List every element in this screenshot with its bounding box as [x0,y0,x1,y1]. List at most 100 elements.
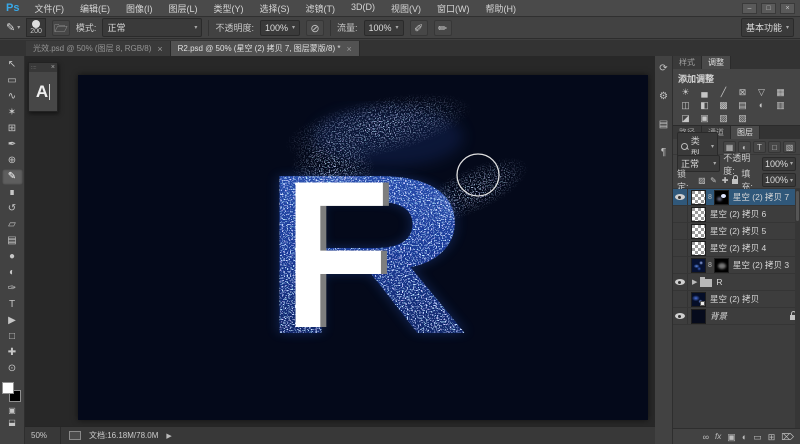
visibility-toggle[interactable] [673,223,688,239]
screen-mode-icon[interactable]: ⬓ [2,417,23,429]
menu-item[interactable]: 图层(L) [161,1,204,16]
menu-item[interactable]: 类型(Y) [206,1,250,16]
rectangle-tool[interactable]: □ [2,329,23,345]
layer-mask-thumbnail[interactable] [713,257,729,273]
adj-channelmixer-icon[interactable]: ▤ [733,99,752,112]
layer-thumbnail[interactable] [691,206,706,222]
visibility-toggle[interactable] [673,189,688,205]
link-layers-icon[interactable]: ∞ [703,430,709,444]
layer-thumbnail[interactable] [691,308,706,324]
adj-brightness-icon[interactable]: ☀ [676,86,695,99]
add-mask-icon[interactable]: ▣ [727,430,736,444]
visibility-toggle[interactable] [673,308,688,324]
menu-item[interactable]: 帮助(H) [478,1,523,16]
lock-pixels-icon[interactable]: ✎ [709,176,718,185]
layer-opacity-select[interactable]: 100% ▾ [761,156,796,171]
zoom-level-field[interactable]: 50% [31,427,61,444]
minimize-button[interactable]: – [742,2,757,14]
menu-item[interactable]: 文件(F) [27,1,71,16]
gear-panel-icon[interactable]: ⚙ [657,90,671,104]
layer-row[interactable]: 8 星空 (2) 拷贝 7 [673,189,800,206]
healing-brush-tool[interactable]: ⊕ [2,153,23,169]
fill-select[interactable]: 100% ▾ [761,173,796,187]
foreground-color-swatch[interactable] [2,382,14,394]
lock-transparency-icon[interactable]: ▨ [698,176,707,185]
menu-item[interactable]: 3D(D) [344,1,382,16]
close-icon[interactable]: × [346,44,351,54]
layers-scrollbar[interactable] [795,189,800,428]
menu-item[interactable]: 选择(S) [252,1,296,16]
adj-exposure-icon[interactable]: ⊠ [733,86,752,99]
toggle-brush-panel-icon[interactable]: 🗁 [51,19,70,36]
canvas[interactable]: R R R F F [78,75,648,420]
delete-layer-icon[interactable]: ⌦ [781,430,794,444]
history-brush-tool[interactable]: ↺ [2,201,23,217]
pressure-opacity-icon[interactable]: ⊘ [306,19,324,36]
menu-item[interactable]: 视图(V) [384,1,428,16]
close-button[interactable]: × [780,2,795,14]
panel-tab[interactable]: 样式 [673,56,702,69]
layer-thumbnail[interactable] [691,240,706,256]
layer-row[interactable]: 星空 (2) 拷贝 4 [673,240,800,257]
layer-thumbnail[interactable] [691,291,706,307]
layer-row[interactable]: 星空 (2) 拷贝 5 [673,223,800,240]
layer-thumbnail[interactable] [691,223,706,239]
visibility-toggle[interactable] [673,291,688,307]
magic-wand-tool[interactable]: ✶ [2,105,23,121]
flow-select[interactable]: 100% ▾ [363,19,404,36]
new-group-icon[interactable]: ▭ [753,430,762,444]
document-tab[interactable]: R2.psd @ 50% (星空 (2) 拷贝 7, 图层蒙版/8) * × [170,41,360,56]
layer-thumbnail[interactable] [691,257,706,273]
lasso-tool[interactable]: ∿ [2,89,23,105]
move-tool[interactable]: ↖ [2,57,23,73]
clone-stamp-tool[interactable]: ∎ [2,185,23,201]
type-tool[interactable]: T [2,297,23,313]
adj-selectivecolor-icon[interactable]: ▨ [714,112,733,125]
maximize-button[interactable]: □ [761,2,776,14]
hand-tool[interactable]: ✚ [2,345,23,361]
close-icon[interactable]: × [51,64,55,71]
layer-row[interactable]: 星空 (2) 拷贝 [673,291,800,308]
adj-posterize-icon[interactable]: ▥ [771,99,790,112]
adj-levels-icon[interactable]: ▄ [695,86,714,99]
adj-vibrance-icon[interactable]: ▽ [752,86,771,99]
visibility-toggle[interactable] [673,206,688,222]
menu-item[interactable]: 窗口(W) [430,1,477,16]
visibility-toggle[interactable] [673,274,688,290]
adj-invert-icon[interactable]: ◐ [752,99,771,112]
eraser-tool[interactable]: ▱ [2,217,23,233]
adj-curves-icon[interactable]: ╱ [714,86,733,99]
airbrush-icon[interactable]: ✐ [409,19,428,36]
visibility-toggle[interactable] [673,240,688,256]
adj-threshold-icon[interactable]: ◪ [676,112,695,125]
lock-all-icon[interactable] [732,175,739,184]
crop-tool[interactable]: ⊞ [2,121,23,137]
visibility-toggle[interactable] [673,257,688,273]
layer-style-icon[interactable]: fx [715,430,721,444]
pen-tool[interactable]: ✑ [2,281,23,297]
adj-gradientmap-icon[interactable]: ▣ [695,112,714,125]
panel-tab[interactable]: 图层 [731,126,760,139]
filter-smart-icon[interactable]: ▧ [783,140,796,153]
layer-thumbnail[interactable] [691,189,706,205]
close-icon[interactable]: × [157,44,162,54]
adj-hue-icon[interactable]: ▦ [771,86,790,99]
gradient-tool[interactable]: ▤ [2,233,23,249]
menu-item[interactable]: 图像(I) [119,1,160,16]
adj-colorbalance-icon[interactable]: ◫ [676,99,695,112]
paragraph-panel-icon[interactable]: ¶ [657,146,671,160]
blend-mode-select[interactable]: 正常 ▾ [102,18,203,37]
dodge-tool[interactable]: ◐ [2,265,23,281]
marquee-tool[interactable]: ▭ [2,73,23,89]
opacity-select[interactable]: 100% ▾ [259,19,300,36]
brush-tool[interactable]: ✎ [1,169,23,185]
new-layer-icon[interactable]: ⊞ [768,430,776,444]
adj-photofilter-icon[interactable]: ▩ [714,99,733,112]
lock-position-icon[interactable]: ✚ [721,176,730,185]
document-tab[interactable]: 光效.psd @ 50% (图层 8, RGB/8) × [26,41,171,56]
status-menu-arrow-icon[interactable]: ▶ [166,432,171,440]
path-selection-tool[interactable]: ▶ [2,313,23,329]
mini-panel-titlebar[interactable]: :::: × [29,63,57,72]
pressure-size-icon[interactable]: ✏ [433,19,452,36]
workspace-switcher[interactable]: 基本功能 ▾ [740,18,794,37]
